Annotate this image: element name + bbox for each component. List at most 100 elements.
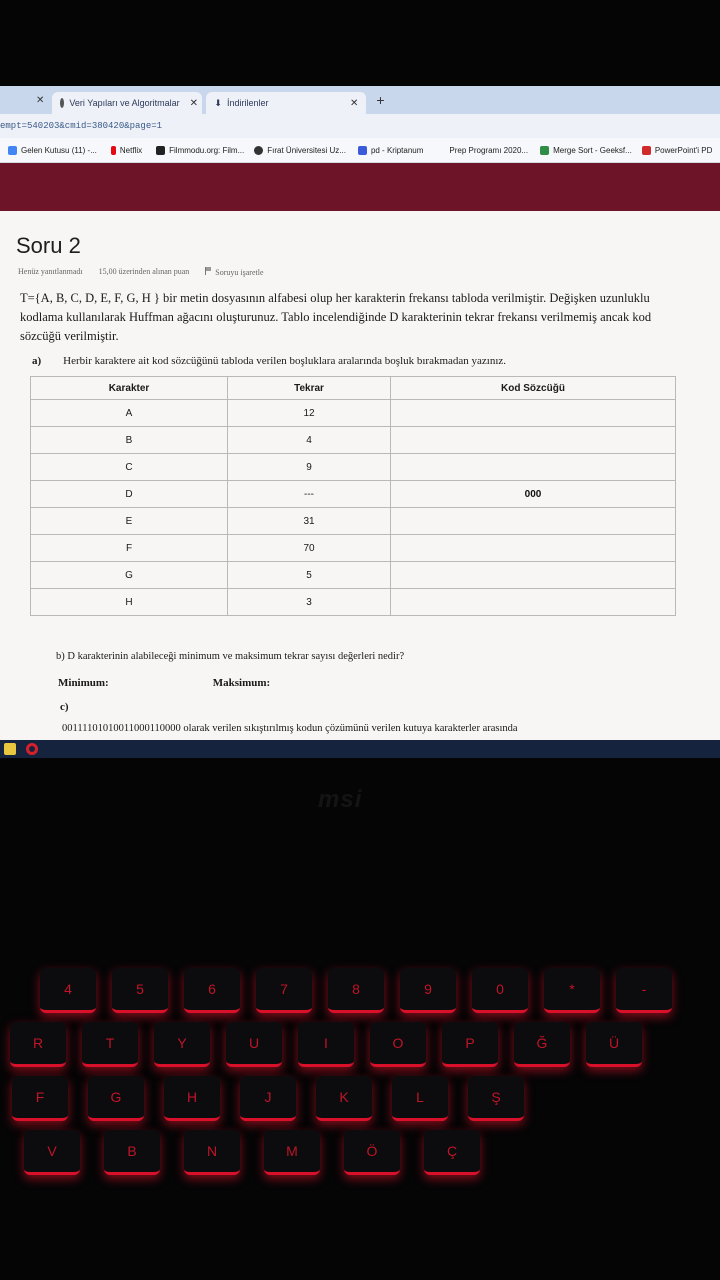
laptop-brand-logo: msi — [318, 786, 363, 813]
keyboard-key: Ç — [424, 1130, 480, 1175]
download-icon: ⬇ — [214, 97, 222, 108]
taskbar — [0, 740, 720, 758]
site-header-banner — [0, 163, 720, 211]
keyboard-key: R — [10, 1022, 66, 1067]
table-row: F 70 — [30, 534, 676, 562]
code-input[interactable] — [390, 507, 676, 535]
netflix-icon — [110, 145, 116, 155]
keyboard-key: - — [616, 968, 672, 1013]
film-icon — [156, 145, 166, 155]
tab-close-left[interactable]: ✕ — [0, 89, 52, 111]
keyboard-key: Y — [154, 1022, 210, 1067]
table-row: G5 — [30, 561, 676, 589]
keyboard-key: Ş — [468, 1076, 524, 1121]
new-tab-button[interactable]: + — [376, 92, 384, 108]
flag-question-link[interactable]: Soruyu işaretle — [205, 267, 264, 277]
opera-icon[interactable] — [26, 743, 38, 755]
code-input[interactable] — [390, 453, 676, 481]
laptop-keyboard: 4 5 6 7 8 9 0 * - R T Y U I O P Ğ Ü F G H J K L Ş V B N M Ö Ç — [0, 950, 720, 1280]
close-icon[interactable]: ✕ — [350, 98, 358, 109]
bookmark-filmmodu[interactable]: Filmmodu.org: Film... — [156, 145, 245, 155]
address-bar[interactable]: empt=540203&cmid=380420&page=1 — [0, 114, 720, 138]
keyboard-key: 6 — [184, 968, 240, 1013]
freq-cell: 9 — [227, 453, 391, 481]
keyboard-key: 5 — [112, 968, 168, 1013]
keyboard-key: H — [164, 1076, 220, 1121]
freq-cell: 4 — [227, 426, 391, 454]
keyboard-key: I — [298, 1022, 354, 1067]
bookmark-label: Netflix — [119, 145, 143, 155]
bookmark-firat[interactable]: Fırat Üniversitesi Uz... — [254, 145, 346, 155]
char-cell: A — [30, 399, 228, 427]
keyboard-key: V — [24, 1130, 80, 1175]
frequency-table: Karakter Tekrar Kod Sözcüğü A 12 B4 C9 D-… — [30, 376, 676, 616]
tab-label: İndirilenler — [226, 98, 269, 108]
bookmark-netflix[interactable]: Netflix — [110, 145, 143, 155]
question-status: Henüz yanıtlanmadı — [18, 267, 83, 276]
keyboard-key: 7 — [256, 968, 312, 1013]
keyboard-key: M — [264, 1130, 320, 1175]
monitor-screen: ✕ Veri Yapıları ve Algoritmalar ✕ ⬇ İndi… — [0, 86, 720, 758]
keyboard-key: J — [240, 1076, 296, 1121]
minimum-label: Minimum: — [58, 677, 109, 689]
code-input[interactable] — [390, 426, 676, 454]
question-points: 15,00 üzerinden alınan puan — [98, 267, 190, 276]
bookmark-label: Filmmodu.org: Film... — [169, 145, 245, 155]
table-row: C9 — [30, 453, 676, 481]
char-cell: D — [30, 480, 228, 508]
code-input[interactable] — [390, 399, 676, 427]
maximum-label: Maksimum: — [212, 677, 271, 689]
google-icon — [8, 145, 17, 155]
freq-cell: --- — [227, 480, 391, 508]
w-icon — [357, 145, 367, 155]
header-kod: Kod Sözcüğü — [390, 376, 676, 400]
table-row: A 12 — [30, 399, 676, 427]
part-c-label: c) — [60, 701, 69, 713]
table-row: H3 — [30, 588, 676, 616]
table-row: D --- 000 — [30, 480, 676, 508]
globe-icon — [60, 98, 65, 108]
tab-veri-yapilari[interactable]: Veri Yapıları ve Algoritmalar ✕ — [52, 92, 203, 114]
tab-label: Veri Yapıları ve Algoritmalar — [69, 98, 180, 108]
question-meta: Henüz yanıtlanmadı 15,00 üzerinden alına… — [18, 267, 264, 277]
code-given: 000 — [390, 480, 676, 508]
flag-label: Soruyu işaretle — [215, 268, 264, 277]
char-cell: C — [30, 453, 228, 481]
char-cell: H — [30, 588, 228, 616]
part-c-text: 00111101010011000110000 olarak verilen s… — [62, 723, 518, 734]
keyboard-key: F — [12, 1076, 68, 1121]
bookmark-mergesort[interactable]: Merge Sort - Geeksf... — [540, 145, 632, 155]
start-icon[interactable] — [4, 743, 16, 755]
gg-icon — [540, 145, 550, 155]
keyboard-key: 8 — [328, 968, 384, 1013]
code-input[interactable] — [390, 561, 676, 589]
bookmark-prep[interactable]: Prep Programı 2020... — [449, 146, 528, 155]
freq-cell: 5 — [227, 561, 391, 589]
header-karakter: Karakter — [30, 376, 228, 400]
freq-cell: 3 — [227, 588, 391, 616]
keyboard-key: * — [544, 968, 600, 1013]
bookmark-label: Merge Sort - Geeksf... — [553, 145, 632, 155]
bookmark-powerpoint[interactable]: PowerPoint'i PD — [641, 145, 712, 155]
keyboard-key: B — [104, 1130, 160, 1175]
bookmark-label: pd - Kriptanum — [370, 145, 424, 155]
char-cell: F — [30, 534, 228, 562]
flag-icon — [205, 267, 212, 275]
keyboard-key: L — [392, 1076, 448, 1121]
tab-indirilenler[interactable]: ⬇ İndirilenler ✕ — [206, 92, 367, 114]
close-icon[interactable]: ✕ — [36, 95, 44, 106]
close-icon[interactable]: ✕ — [190, 98, 198, 109]
bookmark-label: Gelen Kutusu (11) -... — [21, 145, 97, 155]
keyboard-key: P — [442, 1022, 498, 1067]
bookmark-gmail[interactable]: Gelen Kutusu (11) -... — [8, 145, 97, 155]
keyboard-key: G — [88, 1076, 144, 1121]
keyboard-key: Ğ — [514, 1022, 570, 1067]
keyboard-key: 9 — [400, 968, 456, 1013]
code-input[interactable] — [390, 588, 676, 616]
code-input[interactable] — [390, 534, 676, 562]
keyboard-key: O — [370, 1022, 426, 1067]
keyboard-key: N — [184, 1130, 240, 1175]
bookmark-kriptanum[interactable]: pd - Kriptanum — [357, 145, 424, 155]
globe-icon — [254, 145, 264, 155]
table-row: E 31 — [30, 507, 676, 535]
